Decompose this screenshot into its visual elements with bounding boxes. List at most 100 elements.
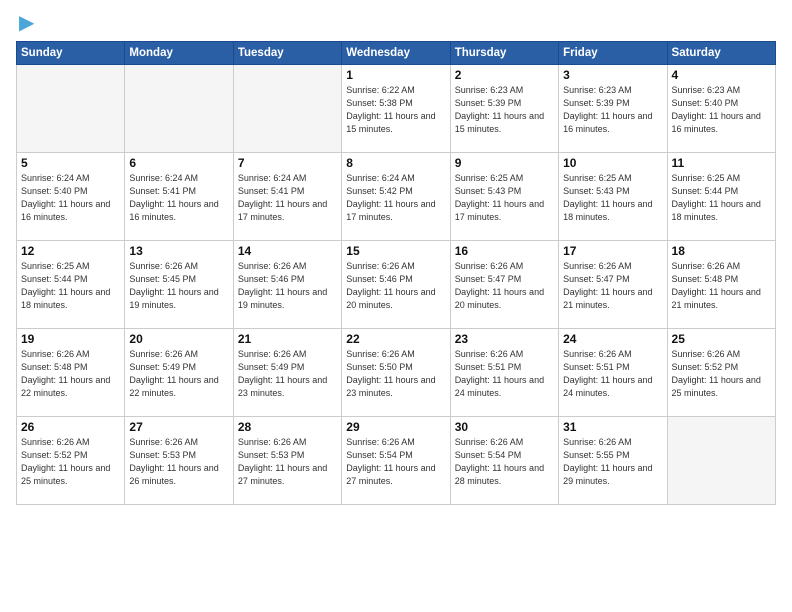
weekday-header-friday: Friday [559,42,667,65]
day-cell [125,65,233,153]
week-row-3: 12 Sunrise: 6:25 AM Sunset: 5:44 PM Dayli… [17,241,776,329]
day-info: Sunrise: 6:25 AM Sunset: 5:43 PM Dayligh… [455,172,554,224]
day-number: 5 [21,156,120,170]
day-number: 21 [238,332,337,346]
day-info: Sunrise: 6:26 AM Sunset: 5:55 PM Dayligh… [563,436,662,488]
day-cell: 23Sunrise: 6:26 AM Sunset: 5:51 PM Dayli… [450,329,558,417]
day-info: Sunrise: 6:26 AM Sunset: 5:51 PM Dayligh… [563,348,662,400]
day-info: Sunrise: 6:24 AM Sunset: 5:41 PM Dayligh… [129,172,228,224]
week-row-5: 26 Sunrise: 6:26 AM Sunset: 5:52 PM Dayli… [17,417,776,505]
day-cell: 13 Sunrise: 6:26 AM Sunset: 5:45 PM Dayli… [125,241,233,329]
day-cell: 24Sunrise: 6:26 AM Sunset: 5:51 PM Dayli… [559,329,667,417]
day-cell: 27Sunrise: 6:26 AM Sunset: 5:53 PM Dayli… [125,417,233,505]
day-number: 16 [455,244,554,258]
day-cell: 17Sunrise: 6:26 AM Sunset: 5:47 PM Dayli… [559,241,667,329]
day-cell: 28 Sunrise: 6:26 AM Sunset: 5:53 PM Dayli… [233,417,341,505]
day-number: 31 [563,420,662,434]
day-info: Sunrise: 6:26 AM Sunset: 5:52 PM Dayligh… [21,436,120,488]
page: ▶ SundayMondayTuesdayWednesdayThursdayFr… [0,0,792,612]
day-cell: 1Sunrise: 6:22 AM Sunset: 5:38 PM Daylig… [342,65,450,153]
week-row-4: 19Sunrise: 6:26 AM Sunset: 5:48 PM Dayli… [17,329,776,417]
weekday-header-sunday: Sunday [17,42,125,65]
day-number: 29 [346,420,445,434]
day-info: Sunrise: 6:25 AM Sunset: 5:43 PM Dayligh… [563,172,662,224]
day-cell: 3Sunrise: 6:23 AM Sunset: 5:39 PM Daylig… [559,65,667,153]
weekday-header-tuesday: Tuesday [233,42,341,65]
day-number: 28 [238,420,337,434]
day-number: 10 [563,156,662,170]
day-number: 7 [238,156,337,170]
day-number: 6 [129,156,228,170]
day-cell: 19Sunrise: 6:26 AM Sunset: 5:48 PM Dayli… [17,329,125,417]
day-cell: 29 Sunrise: 6:26 AM Sunset: 5:54 PM Dayli… [342,417,450,505]
day-number: 30 [455,420,554,434]
day-info: Sunrise: 6:26 AM Sunset: 5:54 PM Dayligh… [346,436,445,488]
day-number: 26 [21,420,120,434]
weekday-header-wednesday: Wednesday [342,42,450,65]
weekday-header-row: SundayMondayTuesdayWednesdayThursdayFrid… [17,42,776,65]
day-number: 14 [238,244,337,258]
day-info: Sunrise: 6:23 AM Sunset: 5:40 PM Dayligh… [672,84,771,136]
day-info: Sunrise: 6:26 AM Sunset: 5:52 PM Dayligh… [672,348,771,400]
day-cell: 30 Sunrise: 6:26 AM Sunset: 5:54 PM Dayli… [450,417,558,505]
day-number: 17 [563,244,662,258]
day-cell [17,65,125,153]
day-cell: 31 Sunrise: 6:26 AM Sunset: 5:55 PM Dayli… [559,417,667,505]
day-number: 1 [346,68,445,82]
day-cell: 4 Sunrise: 6:23 AM Sunset: 5:40 PM Daylig… [667,65,775,153]
logo: ▶ [16,10,34,35]
day-cell: 21 Sunrise: 6:26 AM Sunset: 5:49 PM Dayli… [233,329,341,417]
day-cell: 11 Sunrise: 6:25 AM Sunset: 5:44 PM Dayli… [667,153,775,241]
day-cell: 26 Sunrise: 6:26 AM Sunset: 5:52 PM Dayli… [17,417,125,505]
day-cell: 7 Sunrise: 6:24 AM Sunset: 5:41 PM Daylig… [233,153,341,241]
day-cell: 16 Sunrise: 6:26 AM Sunset: 5:47 PM Dayli… [450,241,558,329]
day-cell [667,417,775,505]
day-number: 12 [21,244,120,258]
logo-bird-icon: ▶ [19,10,34,35]
day-cell: 15 Sunrise: 6:26 AM Sunset: 5:46 PM Dayli… [342,241,450,329]
day-info: Sunrise: 6:26 AM Sunset: 5:53 PM Dayligh… [238,436,337,488]
day-cell: 25 Sunrise: 6:26 AM Sunset: 5:52 PM Dayli… [667,329,775,417]
week-row-2: 5 Sunrise: 6:24 AM Sunset: 5:40 PM Daylig… [17,153,776,241]
day-number: 8 [346,156,445,170]
day-info: Sunrise: 6:24 AM Sunset: 5:41 PM Dayligh… [238,172,337,224]
day-number: 2 [455,68,554,82]
day-info: Sunrise: 6:26 AM Sunset: 5:49 PM Dayligh… [129,348,228,400]
day-info: Sunrise: 6:25 AM Sunset: 5:44 PM Dayligh… [21,260,120,312]
day-number: 11 [672,156,771,170]
day-number: 19 [21,332,120,346]
day-number: 23 [455,332,554,346]
weekday-header-monday: Monday [125,42,233,65]
day-cell: 20 Sunrise: 6:26 AM Sunset: 5:49 PM Dayli… [125,329,233,417]
day-number: 4 [672,68,771,82]
day-cell: 5 Sunrise: 6:24 AM Sunset: 5:40 PM Daylig… [17,153,125,241]
day-cell: 8 Sunrise: 6:24 AM Sunset: 5:42 PM Daylig… [342,153,450,241]
day-info: Sunrise: 6:26 AM Sunset: 5:46 PM Dayligh… [346,260,445,312]
day-info: Sunrise: 6:26 AM Sunset: 5:49 PM Dayligh… [238,348,337,400]
day-cell: 12 Sunrise: 6:25 AM Sunset: 5:44 PM Dayli… [17,241,125,329]
day-info: Sunrise: 6:26 AM Sunset: 5:46 PM Dayligh… [238,260,337,312]
day-number: 13 [129,244,228,258]
day-info: Sunrise: 6:26 AM Sunset: 5:48 PM Dayligh… [672,260,771,312]
day-info: Sunrise: 6:26 AM Sunset: 5:54 PM Dayligh… [455,436,554,488]
day-number: 22 [346,332,445,346]
day-info: Sunrise: 6:24 AM Sunset: 5:40 PM Dayligh… [21,172,120,224]
day-info: Sunrise: 6:26 AM Sunset: 5:47 PM Dayligh… [455,260,554,312]
week-row-1: 1Sunrise: 6:22 AM Sunset: 5:38 PM Daylig… [17,65,776,153]
day-info: Sunrise: 6:23 AM Sunset: 5:39 PM Dayligh… [455,84,554,136]
day-cell: 6 Sunrise: 6:24 AM Sunset: 5:41 PM Daylig… [125,153,233,241]
day-number: 3 [563,68,662,82]
day-info: Sunrise: 6:24 AM Sunset: 5:42 PM Dayligh… [346,172,445,224]
day-info: Sunrise: 6:26 AM Sunset: 5:45 PM Dayligh… [129,260,228,312]
weekday-header-saturday: Saturday [667,42,775,65]
day-cell: 18Sunrise: 6:26 AM Sunset: 5:48 PM Dayli… [667,241,775,329]
day-cell: 14 Sunrise: 6:26 AM Sunset: 5:46 PM Dayli… [233,241,341,329]
day-info: Sunrise: 6:26 AM Sunset: 5:50 PM Dayligh… [346,348,445,400]
day-number: 25 [672,332,771,346]
day-cell: 2 Sunrise: 6:23 AM Sunset: 5:39 PM Daylig… [450,65,558,153]
header: ▶ [16,10,776,35]
day-info: Sunrise: 6:25 AM Sunset: 5:44 PM Dayligh… [672,172,771,224]
day-number: 15 [346,244,445,258]
day-info: Sunrise: 6:26 AM Sunset: 5:53 PM Dayligh… [129,436,228,488]
day-number: 20 [129,332,228,346]
